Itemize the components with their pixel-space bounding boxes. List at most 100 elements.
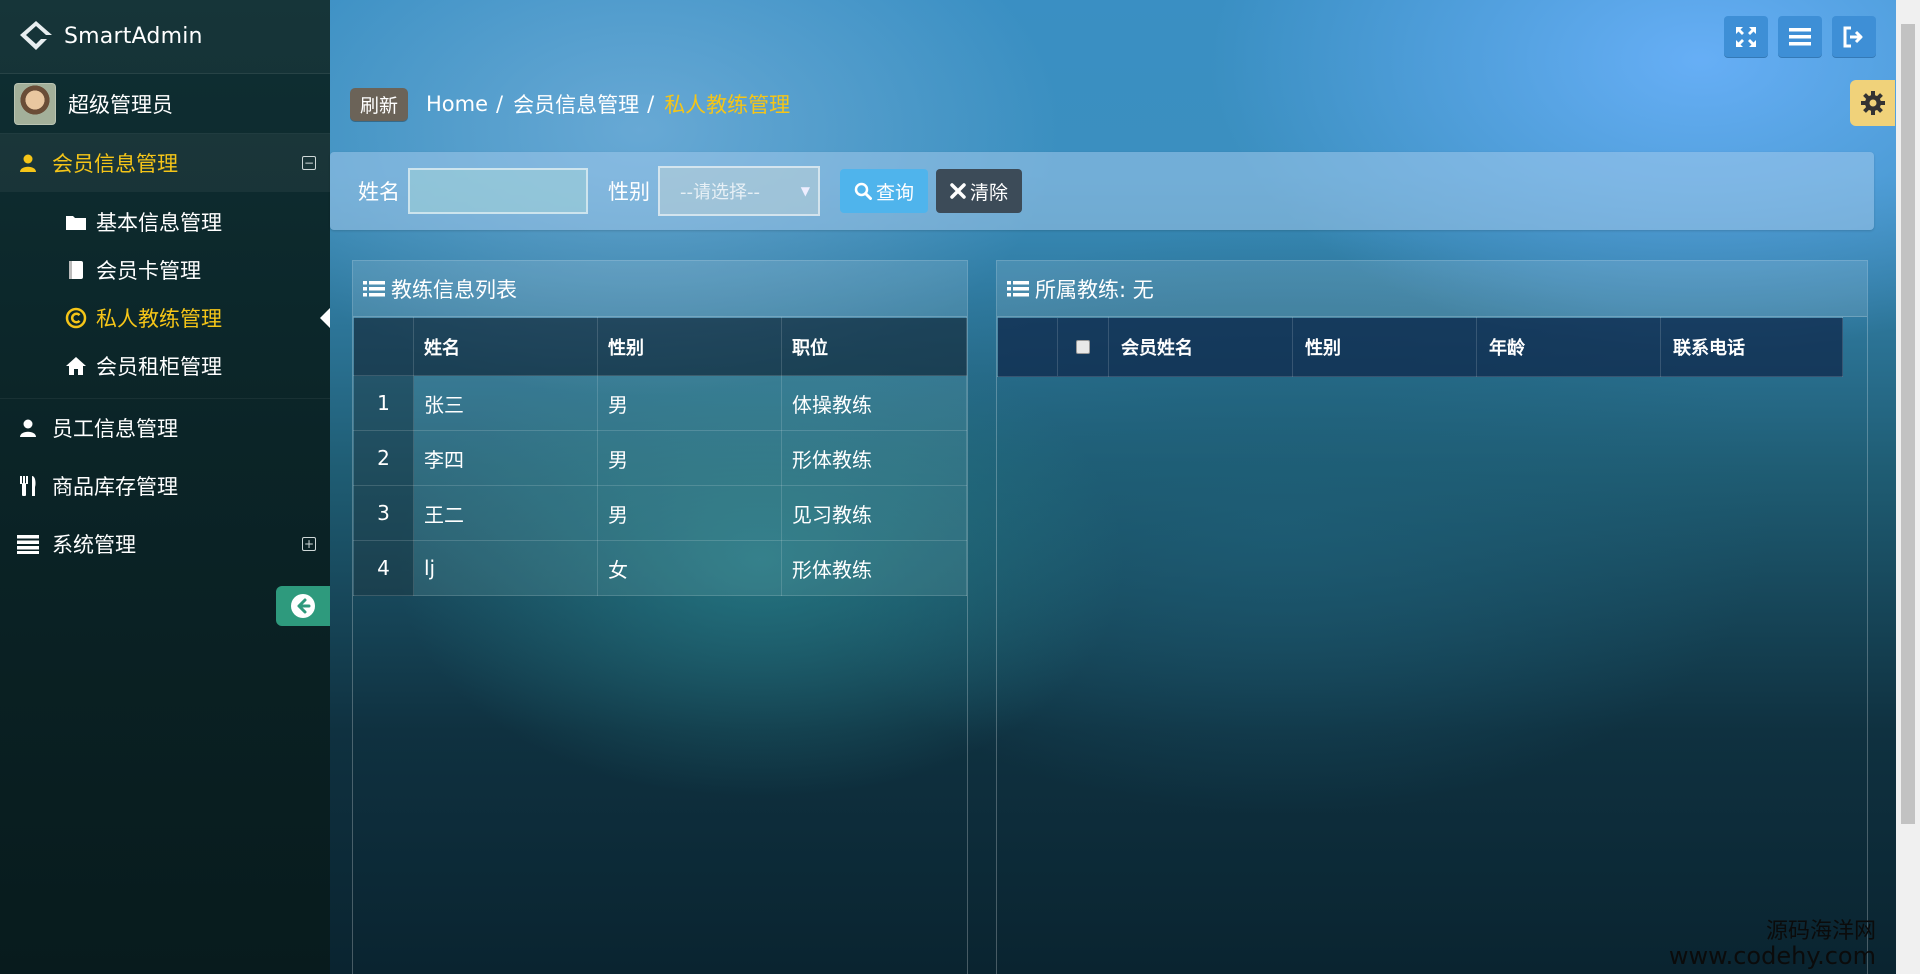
- cell-name: 王二: [413, 485, 598, 541]
- sidebar-item-locker-rental[interactable]: 会员租柜管理: [0, 342, 330, 390]
- breadcrumb-home[interactable]: Home: [426, 92, 488, 116]
- list-icon: [16, 532, 40, 556]
- cell-name: 张三: [413, 375, 598, 431]
- arrow-left-circle-icon: [291, 594, 315, 618]
- sign-out-icon: [1843, 26, 1863, 48]
- column-header-index: [353, 317, 414, 376]
- book-icon: [64, 258, 88, 282]
- cell-sex: 男: [597, 430, 782, 486]
- page-scrollbar[interactable]: [1896, 0, 1920, 974]
- breadcrumb-member-info[interactable]: 会员信息管理: [513, 89, 639, 119]
- cell-position: 形体教练: [781, 430, 967, 486]
- trainer-table: 姓名 性别 职位 1 张三 男 体操教练 2 李四 男 形体教练 3 王二 男: [353, 317, 967, 596]
- panel-title: 所属教练: 无: [1035, 277, 1154, 302]
- index-column-header: [998, 318, 1058, 376]
- sidebar-item-basic-info[interactable]: 基本信息管理: [0, 198, 330, 246]
- brand[interactable]: SmartAdmin: [0, 0, 330, 74]
- sidebar-item-staff-info[interactable]: 员工信息管理: [0, 399, 330, 457]
- user-name: 超级管理员: [68, 92, 173, 117]
- query-button-label: 查询: [876, 181, 915, 204]
- sidebar-item-inventory[interactable]: 商品库存管理: [0, 457, 330, 515]
- table-row[interactable]: 4 lj 女 形体教练: [353, 540, 967, 596]
- caret-down-icon: ▼: [800, 184, 810, 198]
- gear-icon: [1860, 91, 1885, 115]
- close-icon: [950, 183, 966, 199]
- breadcrumb: 刷新 Home / 会员信息管理 / 私人教练管理: [350, 87, 791, 121]
- panel-header: 所属教练: 无: [997, 261, 1867, 317]
- sidebar-item-label: 员工信息管理: [52, 417, 178, 441]
- expand-icon: [1736, 27, 1756, 47]
- member-table: 会员姓名 性别 年龄 联系电话: [997, 317, 1843, 377]
- user-profile[interactable]: 超级管理员: [0, 74, 330, 134]
- cell-sex: 男: [597, 375, 782, 431]
- menu-toggle-button[interactable]: [1778, 16, 1822, 58]
- panel-header: 教练信息列表: [353, 261, 967, 317]
- breadcrumb-separator: /: [496, 92, 504, 116]
- panel-title: 教练信息列表: [391, 277, 517, 302]
- select-all-column: [997, 317, 1109, 377]
- logout-button[interactable]: [1832, 16, 1876, 58]
- watermark-line2: www.codehy.com: [1668, 942, 1876, 970]
- sidebar-item-label: 会员信息管理: [52, 152, 178, 176]
- cell-sex: 女: [597, 540, 782, 596]
- expand-plus-icon[interactable]: +: [302, 537, 316, 551]
- sex-select[interactable]: --请选择-- ▼: [658, 166, 820, 216]
- settings-button[interactable]: [1850, 80, 1895, 126]
- search-bar: 姓名 性别 --请选择-- ▼ 查询 清除: [330, 152, 1874, 230]
- list-icon: [1007, 280, 1029, 298]
- cell-position: 形体教练: [781, 540, 967, 596]
- sidebar-item-member-card[interactable]: 会员卡管理: [0, 246, 330, 294]
- column-header-name[interactable]: 姓名: [413, 317, 598, 376]
- column-header-sex[interactable]: 性别: [597, 317, 782, 376]
- column-header-member-name[interactable]: 会员姓名: [1108, 317, 1293, 377]
- collapse-sidebar-button[interactable]: [276, 586, 330, 626]
- sidebar-item-label: 系统管理: [52, 533, 136, 557]
- breadcrumb-current: 私人教练管理: [664, 93, 791, 117]
- collapse-minus-icon[interactable]: −: [302, 156, 316, 170]
- sidebar-item-label: 基本信息管理: [96, 211, 222, 235]
- refresh-button[interactable]: 刷新: [350, 87, 409, 121]
- table-header-row: 姓名 性别 职位: [353, 317, 967, 376]
- fullscreen-button[interactable]: [1724, 16, 1768, 58]
- avatar: [14, 82, 56, 125]
- clear-button-label: 清除: [970, 181, 1009, 204]
- user-icon: [16, 416, 40, 440]
- sex-select-value: --请选择--: [680, 182, 760, 203]
- query-button[interactable]: 查询: [840, 169, 929, 213]
- table-header-row: 会员姓名 性别 年龄 联系电话: [997, 317, 1843, 377]
- table-row[interactable]: 2 李四 男 形体教练: [353, 430, 967, 486]
- sidebar-item-system[interactable]: 系统管理 +: [0, 515, 330, 573]
- column-header-sex[interactable]: 性别: [1292, 317, 1477, 377]
- copyright-icon: [64, 306, 88, 330]
- column-header-phone[interactable]: 联系电话: [1660, 317, 1843, 377]
- sex-label: 性别: [608, 180, 650, 204]
- sidebar: SmartAdmin 超级管理员 会员信息管理 − 基本信息管理 会员卡管理 私…: [0, 0, 330, 974]
- table-row[interactable]: 3 王二 男 见习教练: [353, 485, 967, 541]
- table-row[interactable]: 1 张三 男 体操教练: [353, 375, 967, 431]
- scrollbar-thumb[interactable]: [1901, 24, 1915, 824]
- user-icon: [16, 151, 40, 175]
- folder-icon: [64, 210, 88, 234]
- sidebar-item-personal-trainer[interactable]: 私人教练管理: [0, 294, 330, 342]
- cell-position: 体操教练: [781, 375, 967, 431]
- row-index: 1: [353, 375, 414, 431]
- sidebar-item-member-info[interactable]: 会员信息管理 −: [0, 134, 330, 192]
- name-label: 姓名: [358, 180, 400, 204]
- select-all-cell: [1058, 318, 1108, 376]
- column-header-position[interactable]: 职位: [781, 317, 967, 376]
- smartadmin-logo-icon: [20, 20, 52, 50]
- name-input[interactable]: [408, 168, 588, 214]
- column-header-age[interactable]: 年龄: [1476, 317, 1661, 377]
- cell-sex: 男: [597, 485, 782, 541]
- breadcrumb-separator: /: [647, 92, 655, 116]
- watermark: 源码海洋网 www.codehy.com: [1668, 919, 1876, 970]
- row-index: 3: [353, 485, 414, 541]
- submenu-member-info: 基本信息管理 会员卡管理 私人教练管理 会员租柜管理: [0, 192, 330, 399]
- sidebar-item-label: 会员租柜管理: [96, 355, 222, 379]
- sidebar-item-label: 会员卡管理: [96, 259, 201, 283]
- row-index: 2: [353, 430, 414, 486]
- trainer-list-panel: 教练信息列表 姓名 性别 职位 1 张三 男 体操教练 2 李四 男 形体教练: [352, 260, 968, 974]
- watermark-line1: 源码海洋网: [1765, 919, 1876, 944]
- select-all-checkbox[interactable]: [1076, 340, 1090, 354]
- clear-button[interactable]: 清除: [936, 169, 1023, 213]
